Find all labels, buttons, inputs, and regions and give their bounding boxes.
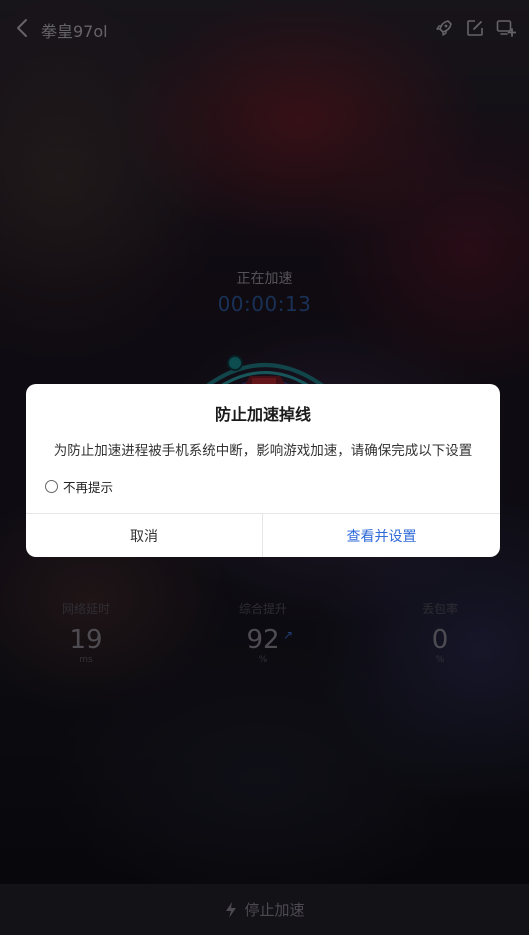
dont-show-again-option[interactable]: 不再提示 xyxy=(45,477,113,496)
dialog-title: 防止加速掉线 xyxy=(214,405,311,424)
dont-show-again-radio[interactable] xyxy=(45,480,58,493)
dialog-message: 为防止加速进程被手机系统中断，影响游戏加速，请确保完成以下设置 xyxy=(53,443,473,459)
view-and-settings-button[interactable]: 查看并设置 xyxy=(263,514,500,557)
cancel-button[interactable]: 取消 xyxy=(26,514,262,557)
dont-show-again-label: 不再提示 xyxy=(63,480,114,495)
prevent-disconnect-dialog: 防止加速掉线 为防止加速进程被手机系统中断，影响游戏加速，请确保完成以下设置 不… xyxy=(26,384,500,557)
